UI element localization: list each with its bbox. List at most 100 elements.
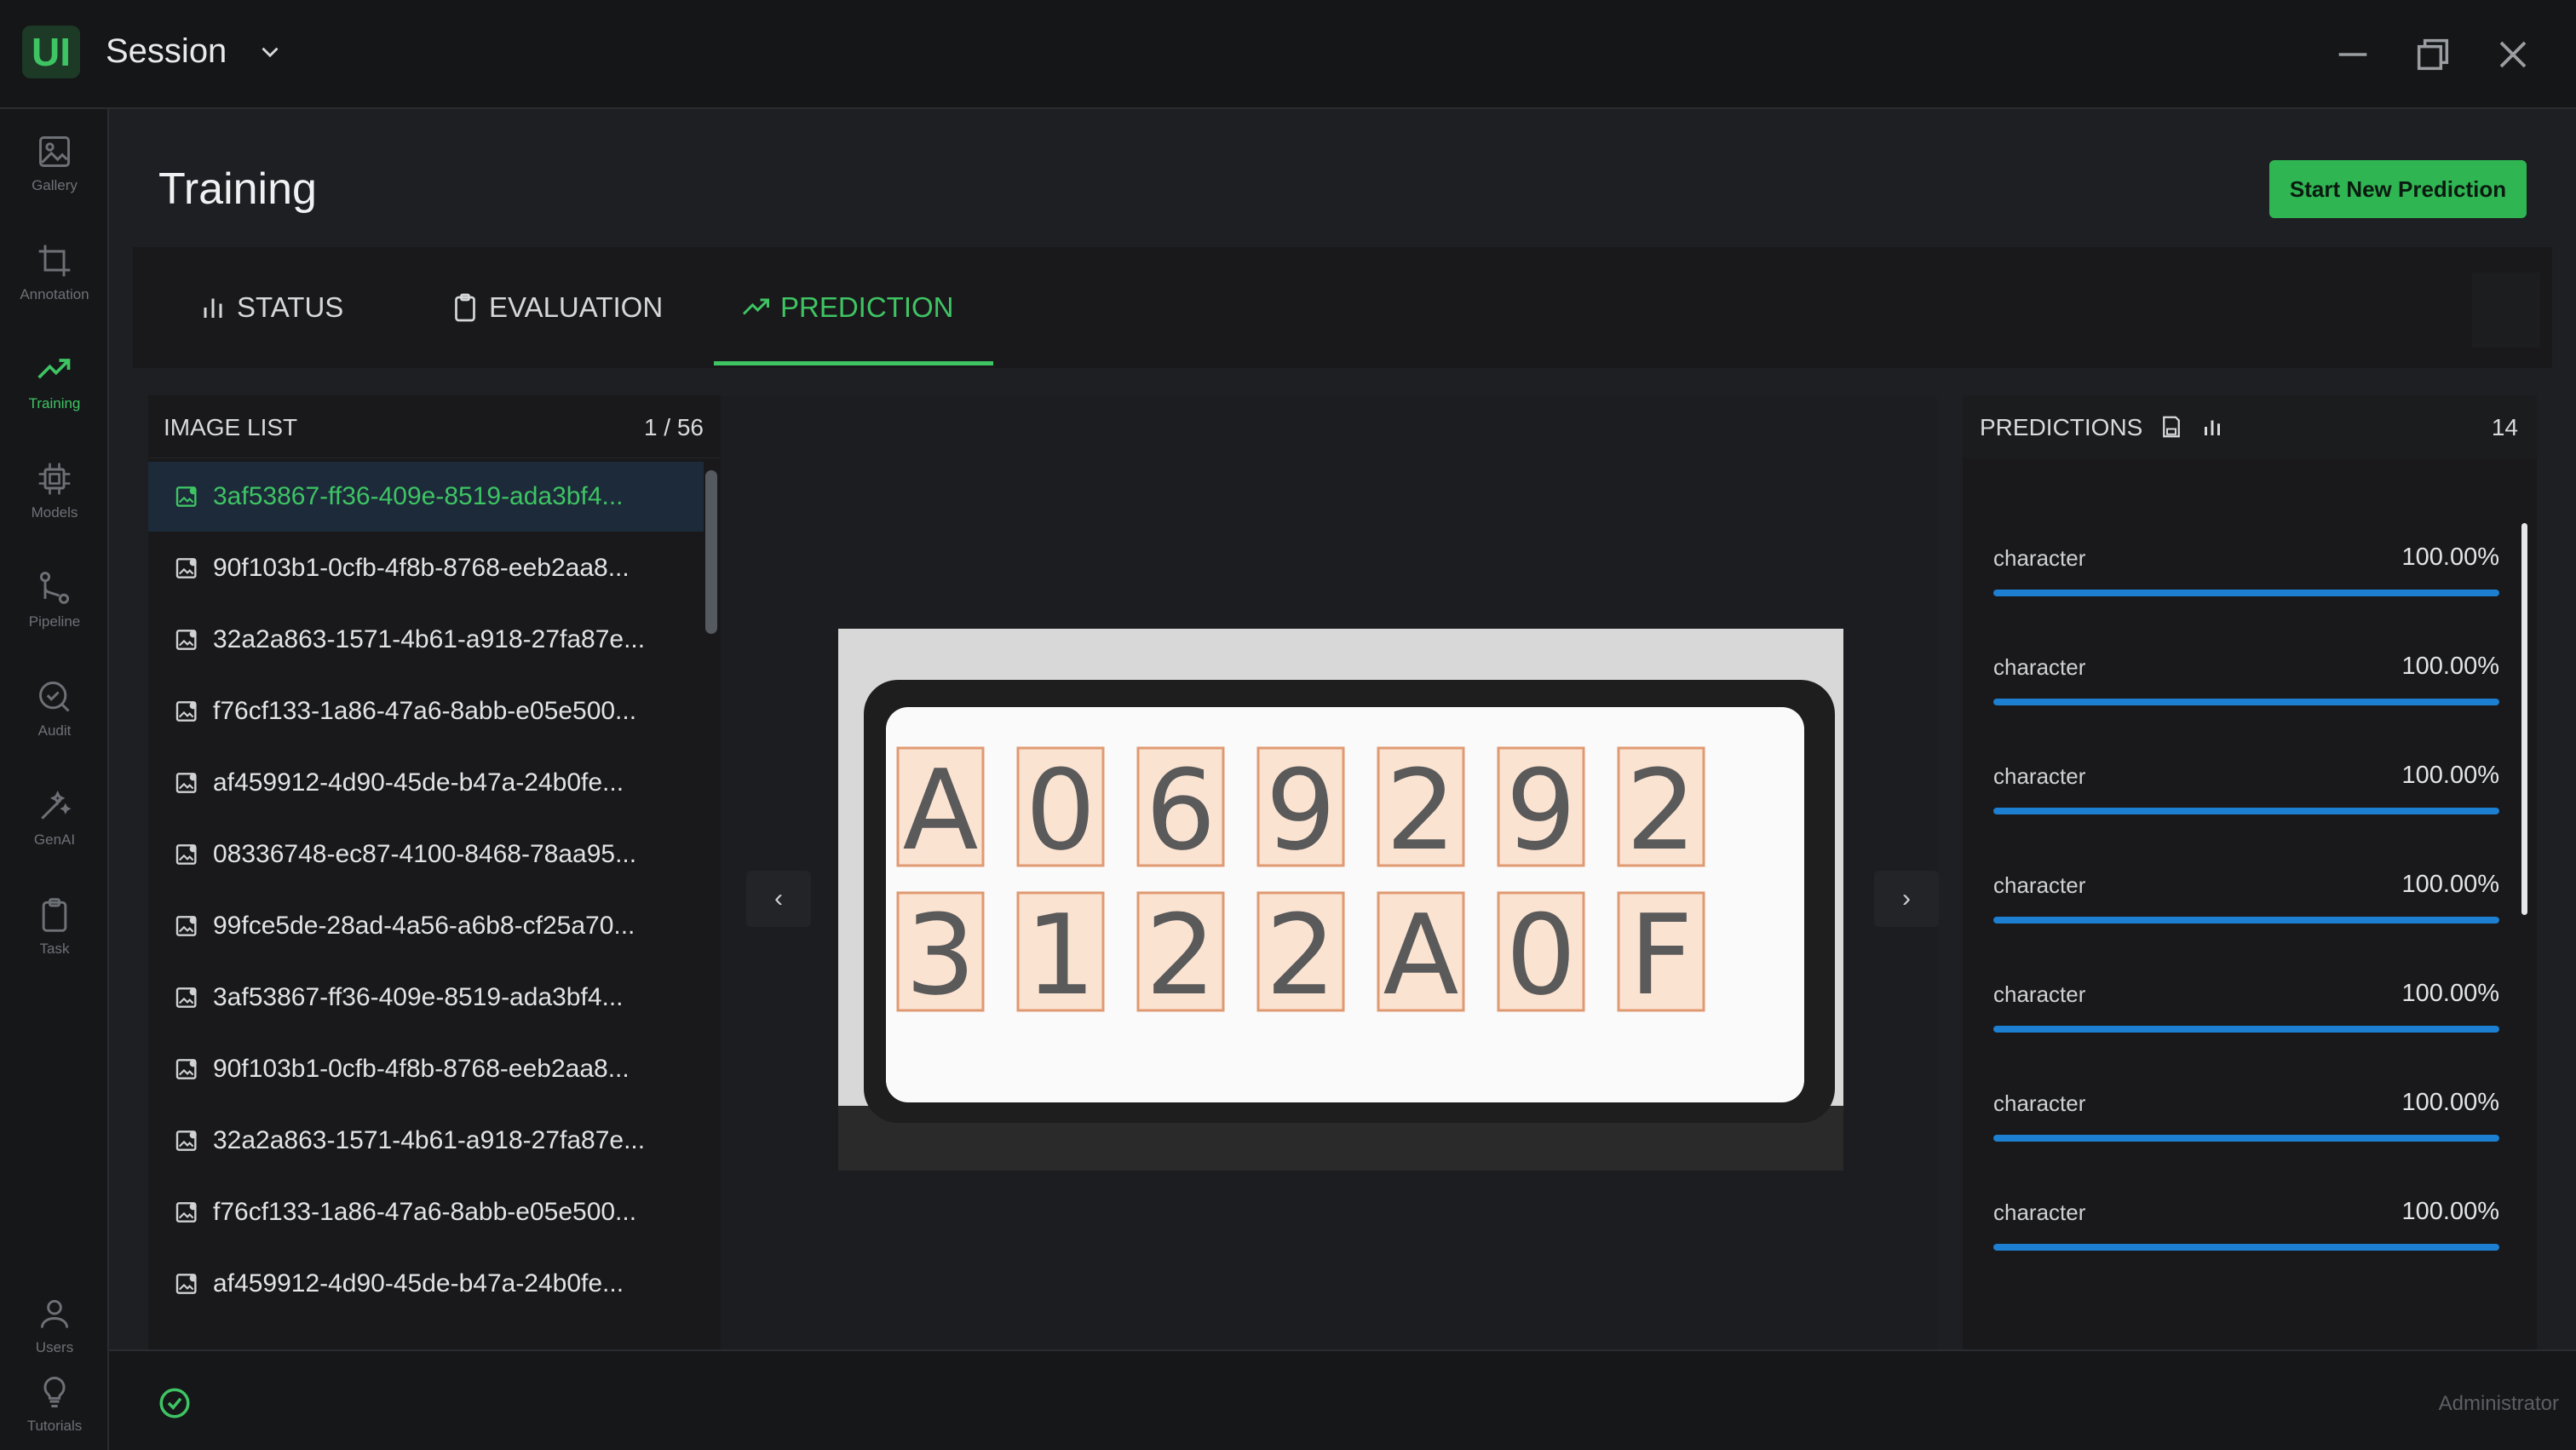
image-file-name: 3af53867-ff36-409e-8519-ada3bf4... — [213, 983, 624, 1011]
confidence-bar — [1993, 590, 2499, 596]
predictions-title: PREDICTIONS — [1980, 414, 2143, 440]
sidebar-item-audit[interactable]: Audit — [0, 654, 109, 748]
image-file-name: 90f103b1-0cfb-4f8b-8768-eeb2aa8... — [213, 1055, 630, 1083]
image-list-item[interactable]: 3af53867-ff36-409e-8519-ada3bf4... — [148, 462, 704, 532]
confidence-bar-fill — [1993, 699, 2499, 705]
plate-character: 9 — [1266, 745, 1337, 875]
image-file-name: 32a2a863-1571-4b61-a918-27fa87e... — [213, 1126, 646, 1154]
image-file-icon — [175, 1131, 197, 1151]
sidebar-item-tutorials[interactable]: Tutorials — [0, 1349, 109, 1443]
sidebar-item-pipeline[interactable]: Pipeline — [0, 545, 109, 639]
save-icon[interactable] — [2159, 414, 2184, 440]
image-list-item[interactable]: af459912-4d90-45de-b47a-24b0fe... — [148, 748, 704, 818]
crop-icon — [38, 245, 71, 277]
sidebar: Gallery Annotation Training Models Pipel… — [0, 109, 109, 1450]
next-image-button[interactable]: › — [1874, 871, 1939, 927]
prev-image-button[interactable]: ‹ — [746, 871, 811, 927]
prediction-item[interactable]: character 100.00% — [1993, 634, 2499, 743]
plate-character: 3 — [906, 890, 976, 1020]
tab-prediction[interactable]: PREDICTION — [741, 247, 954, 368]
tab-status[interactable]: STATUS — [198, 247, 343, 368]
chip-icon — [38, 463, 71, 495]
lightbulb-icon — [43, 1377, 66, 1407]
sidebar-item-gallery[interactable]: Gallery — [0, 109, 109, 203]
image-list-item[interactable]: 32a2a863-1571-4b61-a918-27fa87e... — [148, 605, 704, 675]
tab-label: PREDICTION — [780, 291, 954, 323]
prediction-item[interactable]: character 100.00% — [1993, 852, 2499, 961]
pipeline-icon — [39, 572, 70, 604]
plate-character: 2 — [1626, 745, 1697, 875]
title-bar: UI Session — [0, 0, 2576, 109]
start-new-prediction-button[interactable]: Start New Prediction — [2269, 160, 2527, 218]
prediction-label: character — [1993, 1200, 2086, 1225]
sidebar-item-genai[interactable]: GenAI — [0, 763, 109, 857]
prediction-label: character — [1993, 981, 2086, 1007]
audit-icon — [39, 682, 70, 712]
plate-character: 6 — [1146, 745, 1216, 875]
prediction-item[interactable]: character 100.00% — [1993, 1070, 2499, 1179]
prediction-label: character — [1993, 1090, 2086, 1116]
prediction-confidence: 100.00% — [2401, 762, 2500, 789]
bar-chart-icon — [204, 298, 222, 318]
prediction-label: character — [1993, 763, 2086, 789]
close-icon[interactable] — [2489, 31, 2537, 78]
image-file-name: af459912-4d90-45de-b47a-24b0fe... — [213, 768, 624, 797]
minimize-icon[interactable] — [2329, 31, 2377, 78]
plate-character: 0 — [1026, 745, 1096, 875]
active-tab-indicator — [714, 361, 993, 365]
predictions-scrollbar[interactable] — [2521, 523, 2527, 915]
image-list-item[interactable]: 08336748-ec87-4100-8468-78aa95... — [148, 820, 704, 889]
prediction-item[interactable]: character 100.00% — [1993, 743, 2499, 852]
prediction-label: character — [1993, 872, 2086, 898]
prediction-confidence: 100.00% — [2401, 653, 2500, 680]
image-file-name: af459912-4d90-45de-b47a-24b0fe... — [213, 1269, 624, 1298]
image-list-item[interactable]: f76cf133-1a86-47a6-8abb-e05e500... — [148, 676, 704, 746]
current-user: Administrator — [2438, 1392, 2559, 1415]
predictions-panel: PREDICTIONS 14 character 100.00% character… — [1963, 395, 2537, 1349]
plate-character: 1 — [1026, 890, 1096, 1020]
sidebar-item-annotation[interactable]: Annotation — [0, 218, 109, 312]
trend-icon — [742, 298, 769, 315]
prediction-item[interactable]: character 100.00% — [1993, 961, 2499, 1070]
image-file-name: 32a2a863-1571-4b61-a918-27fa87e... — [213, 625, 646, 653]
wand-icon — [41, 791, 72, 820]
sidebar-item-task[interactable]: Task — [0, 872, 109, 966]
image-list-item[interactable]: af459912-4d90-45de-b47a-24b0fe... — [148, 1249, 704, 1319]
restore-icon[interactable] — [2409, 31, 2457, 78]
plate-character: A — [903, 745, 979, 875]
image-file-name: 90f103b1-0cfb-4f8b-8768-eeb2aa8... — [213, 554, 630, 582]
sidebar-item-models[interactable]: Models — [0, 436, 109, 530]
chevron-down-icon[interactable] — [256, 37, 285, 66]
image-file-icon — [175, 701, 197, 722]
image-list-item[interactable]: 32a2a863-1571-4b61-a918-27fa87e... — [148, 1106, 704, 1176]
session-label[interactable]: Session — [106, 32, 227, 71]
app-window: UI Session Gallery Annotation Training M… — [0, 0, 2576, 1450]
image-list-item[interactable]: 90f103b1-0cfb-4f8b-8768-eeb2aa8... — [148, 1034, 704, 1104]
bar-chart-icon[interactable] — [2199, 414, 2225, 440]
image-file-name: f76cf133-1a86-47a6-8abb-e05e500... — [213, 697, 637, 725]
image-list-item[interactable]: f76cf133-1a86-47a6-8abb-e05e500... — [148, 1177, 704, 1247]
image-list-item[interactable]: 90f103b1-0cfb-4f8b-8768-eeb2aa8... — [148, 533, 704, 603]
prediction-item[interactable]: character 100.00% — [1993, 525, 2499, 634]
confidence-bar-fill — [1993, 590, 2499, 596]
image-list-scrollbar[interactable] — [705, 470, 717, 634]
plate-character: 2 — [1146, 890, 1216, 1020]
image-list-item[interactable]: 3af53867-ff36-409e-8519-ada3bf4... — [148, 963, 704, 1033]
predictions-header: PREDICTIONS 14 — [1963, 395, 2537, 458]
sidebar-item-label: Pipeline — [28, 613, 81, 630]
sidebar-item-label: Tutorials — [26, 1418, 83, 1434]
plate-character: 2 — [1266, 890, 1337, 1020]
sidebar-item-label: Gallery — [32, 177, 78, 193]
image-list-item[interactable]: 99fce5de-28ad-4a56-a6b8-cf25a70... — [148, 891, 704, 961]
image-list-count: 1 / 56 — [643, 414, 704, 440]
clipboard-icon — [42, 898, 67, 932]
prediction-label: character — [1993, 654, 2086, 680]
prediction-confidence: 100.00% — [2401, 1089, 2500, 1116]
sidebar-item-training[interactable]: Training — [0, 327, 109, 421]
image-icon — [39, 136, 70, 167]
tab-label: EVALUATION — [489, 291, 664, 323]
tab-evaluation[interactable]: EVALUATION — [450, 247, 663, 368]
prediction-item[interactable]: character 100.00% — [1993, 1179, 2499, 1288]
confidence-bar — [1993, 808, 2499, 814]
sidebar-item-label: Task — [39, 941, 70, 957]
